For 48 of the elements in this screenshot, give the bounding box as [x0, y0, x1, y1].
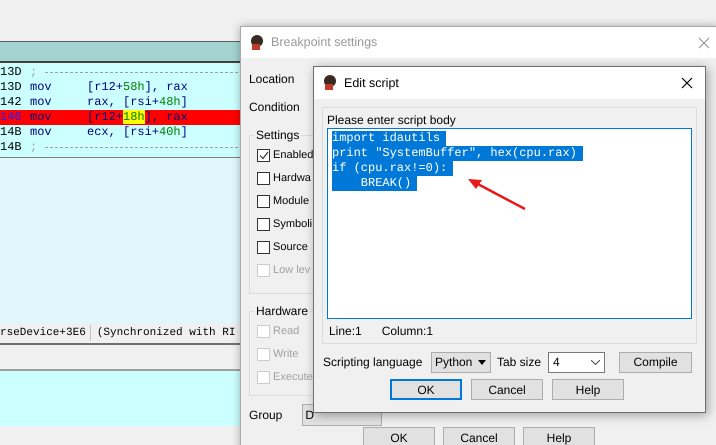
checkbox-label: Low lev [273, 263, 310, 278]
dialog-button[interactable]: Cancel [471, 379, 543, 400]
compile-button[interactable]: Compile [619, 352, 692, 372]
window-title: Breakpoint settings [271, 34, 378, 52]
group-label: Group [249, 407, 282, 424]
app-icon [249, 34, 265, 50]
checkbox-label: Write [273, 347, 298, 362]
checkbox[interactable] [257, 195, 270, 208]
chevron-down-icon [591, 360, 600, 364]
checkbox-label: Read [273, 324, 300, 340]
dialog-button[interactable]: OK [390, 379, 462, 400]
checkbox[interactable] [257, 241, 270, 254]
field-label: Condition [249, 99, 300, 116]
close-icon[interactable] [681, 77, 693, 89]
code-line[interactable]: 14B ; [0, 140, 240, 155]
dialog-button[interactable]: Cancel [443, 427, 515, 445]
prompt-label: Please enter script body [327, 112, 457, 128]
dialog-button[interactable]: Help [523, 427, 595, 445]
checkbox-label: Enabled [273, 148, 314, 164]
checkbox[interactable] [257, 172, 270, 185]
arrow [468, 179, 526, 210]
code-line[interactable]: 13D mov [r12+58h], rax [0, 80, 240, 95]
checkbox-label: Source [273, 240, 308, 256]
checkbox-label: Symboli [273, 217, 312, 232]
tab-size-combobox[interactable]: 4 [548, 352, 605, 372]
window-title: Edit script [344, 74, 400, 92]
tab-size-label: Tab size [497, 354, 542, 371]
dropdown-arrow-icon [478, 360, 486, 364]
code-line[interactable]: 142 mov rax, [rsi+48h] [0, 95, 240, 110]
language-dropdown[interactable]: Python [431, 352, 491, 372]
column-indicator: Column:1 [382, 323, 434, 340]
checkbox-label: Execute [273, 370, 313, 386]
language-label: Scripting language [323, 354, 424, 371]
checkbox-label: Module [273, 194, 310, 210]
dialog-button[interactable]: OK [363, 427, 435, 445]
field-label: Location [249, 71, 294, 88]
check-icon [258, 151, 268, 160]
code-line[interactable]: 13D ; [0, 65, 240, 80]
dialog-button[interactable]: Help [552, 379, 624, 400]
line-indicator: Line:1 [329, 323, 362, 340]
script-editor[interactable]: import idautils print "SystemBuffer", hex(cpu.rax) if (cpu.rax!=0): BREAK() [327, 128, 692, 320]
checkbox-label: Hardwa [273, 171, 311, 186]
checkbox[interactable] [257, 218, 270, 231]
group-title: Settings [255, 127, 300, 144]
code-line[interactable]: 14B mov ecx, [rsi+40h] [0, 125, 240, 140]
checkbox[interactable] [257, 149, 270, 162]
group-title: Hardware [255, 303, 310, 320]
app-icon [322, 75, 338, 91]
